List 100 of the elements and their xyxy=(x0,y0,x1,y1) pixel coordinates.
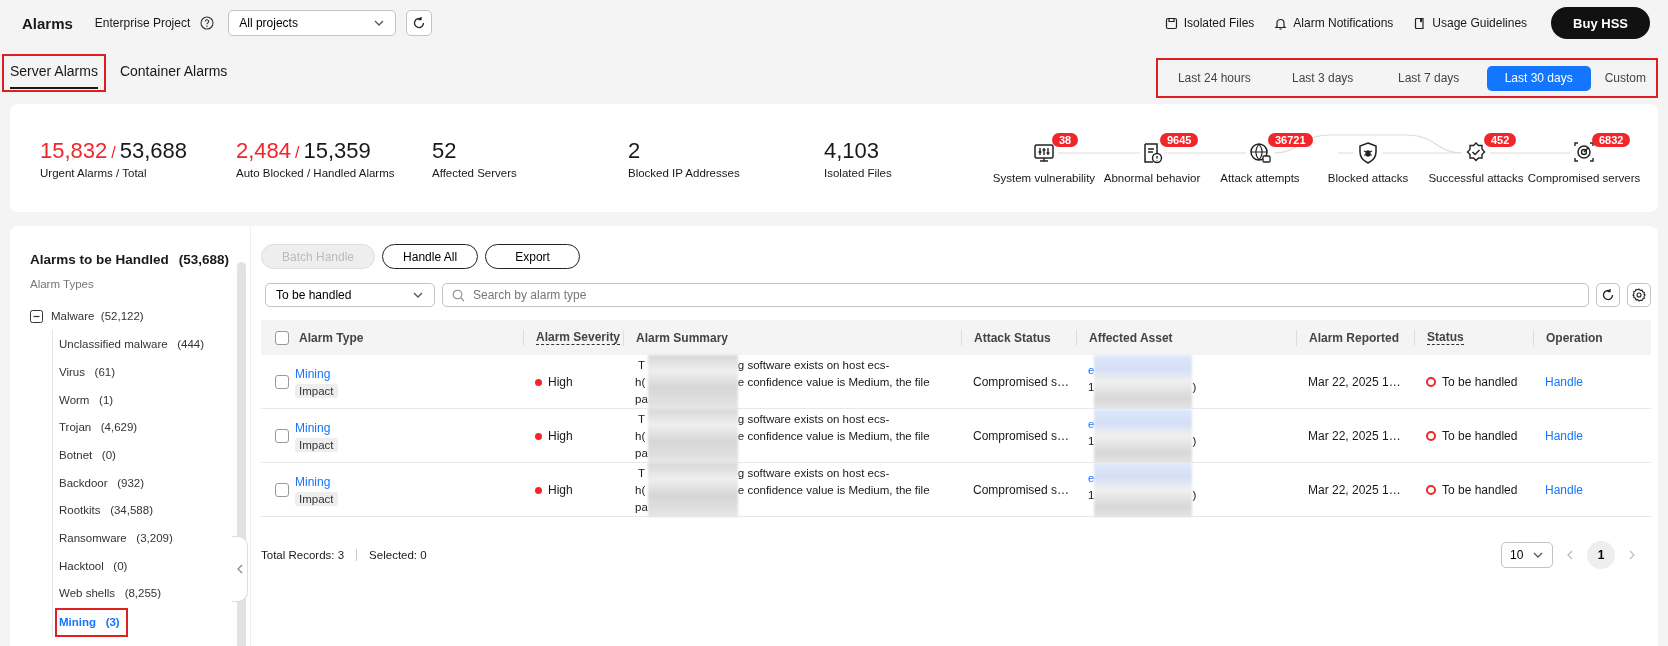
time-range-option[interactable]: Last 24 hours xyxy=(1163,65,1265,91)
chevron-left-icon xyxy=(235,564,244,574)
asset-fragment[interactable]: e xyxy=(1088,362,1095,379)
time-range-option[interactable]: Last 7 days xyxy=(1380,65,1477,91)
sidebar-count: (53,688) xyxy=(178,252,230,267)
header-link[interactable]: Isolated Files xyxy=(1164,16,1255,30)
search-field[interactable]: Search by alarm type xyxy=(442,283,1589,307)
column-header[interactable]: Attack Status xyxy=(974,330,1051,345)
alarm-type-link[interactable]: Mining xyxy=(295,366,331,381)
next-page-icon[interactable] xyxy=(1627,550,1637,560)
header-link[interactable]: Alarm Notifications xyxy=(1274,16,1394,30)
collapse-button[interactable] xyxy=(232,536,248,602)
stat-label: Affected Servers xyxy=(432,166,518,179)
status-ring-icon xyxy=(1426,431,1436,441)
chain-label: System vulnerability xyxy=(992,171,1096,184)
tree-item[interactable]: Mining (3) xyxy=(55,607,128,637)
select-all-checkbox[interactable] xyxy=(275,330,289,345)
tree-item[interactable]: Unclassified malware (444) xyxy=(55,330,213,358)
column-header[interactable]: Alarm Type xyxy=(299,330,364,345)
tree-item[interactable]: Backdoor (932) xyxy=(55,469,153,497)
summary-fragment: h( xyxy=(635,428,647,444)
tab[interactable]: Server Alarms xyxy=(2,54,106,92)
count-badge: 38 xyxy=(1052,132,1079,147)
settings-icon xyxy=(1632,288,1646,302)
document-alert-icon xyxy=(1140,140,1164,165)
severity-dot xyxy=(535,378,542,386)
column-header[interactable]: Status xyxy=(1427,330,1464,345)
reported-time: Mar 22, 2025 1… xyxy=(1308,483,1401,497)
stat-separator: / xyxy=(111,143,116,162)
asset-fragment: ) xyxy=(1192,488,1197,503)
asset-fragment[interactable]: e xyxy=(1088,470,1095,487)
severity-text: High xyxy=(548,483,573,497)
handle-link[interactable]: Handle xyxy=(1545,483,1584,497)
project-select[interactable]: All projects xyxy=(228,10,397,36)
time-range-option[interactable]: Last 3 days xyxy=(1274,65,1371,91)
asset-fragment[interactable]: e xyxy=(1088,416,1095,433)
column-header[interactable]: Alarm Reported xyxy=(1309,330,1400,345)
stat-value: 4,103 xyxy=(824,137,880,164)
chain-label: Blocked attacks xyxy=(1327,171,1409,184)
row-checkbox[interactable] xyxy=(275,429,289,443)
summary-fragment: e confidence value is Medium, the file xyxy=(737,428,930,444)
settings-button[interactable] xyxy=(1627,283,1651,307)
header-link[interactable]: Usage Guidelines xyxy=(1413,16,1528,30)
asset-fragment: ) xyxy=(1192,380,1197,395)
handle-link[interactable]: Handle xyxy=(1545,375,1584,389)
tree-item[interactable]: Botnet (0) xyxy=(55,441,124,469)
time-range-option[interactable]: Last 30 days xyxy=(1486,65,1591,91)
status-ring-icon xyxy=(1426,485,1436,495)
action-button[interactable]: Export xyxy=(485,244,581,269)
row-checkbox[interactable] xyxy=(275,375,289,389)
stat-label: Blocked IP Addresses xyxy=(628,166,741,179)
summary-fragment: g software exists on host ecs- xyxy=(737,357,891,373)
severity-text: High xyxy=(548,429,573,443)
reported-time: Mar 22, 2025 1… xyxy=(1308,375,1401,389)
alarm-type-link[interactable]: Mining xyxy=(295,420,331,435)
tree-item[interactable]: Ransomware (3,209) xyxy=(55,524,181,552)
column-header[interactable]: Alarm Summary xyxy=(636,330,729,345)
row-checkbox[interactable] xyxy=(275,483,289,497)
status-text: To be handled xyxy=(1442,375,1518,389)
tree-item[interactable]: Hacktool (0) xyxy=(55,552,136,580)
tab[interactable]: Container Alarms xyxy=(111,54,236,92)
sidebar-title: Alarms to be Handled xyxy=(30,252,169,267)
book-icon xyxy=(1413,16,1427,30)
tree-node[interactable]: Malware (52,122) xyxy=(30,308,144,324)
summary-fragment: e confidence value is Medium, the file xyxy=(737,482,930,498)
page-size-select[interactable]: 10 xyxy=(1501,542,1553,568)
time-range-option[interactable]: Custom xyxy=(1600,65,1650,91)
column-header[interactable]: Alarm Severity xyxy=(536,330,621,345)
buy-button[interactable]: Buy HSS xyxy=(1551,7,1650,39)
stat-value: 52 xyxy=(432,137,457,164)
tree-item[interactable]: Worm (1) xyxy=(55,386,122,414)
tree-item[interactable]: Trojan (4,629) xyxy=(55,413,146,441)
previous-page-icon[interactable] xyxy=(1565,550,1575,560)
tree-item[interactable]: Virus (61) xyxy=(55,358,124,386)
file-icon xyxy=(1164,16,1178,30)
collapse-icon[interactable] xyxy=(30,309,43,323)
summary-fragment: T xyxy=(637,357,646,373)
page-button[interactable]: 1 xyxy=(1587,541,1615,569)
alarm-tag: Impact xyxy=(295,491,338,506)
alarm-type-link[interactable]: Mining xyxy=(295,474,331,489)
help-icon[interactable] xyxy=(200,16,215,30)
tree-item[interactable]: Web shells (8,255) xyxy=(55,579,170,607)
action-button[interactable]: Handle All xyxy=(382,244,479,269)
attack-status: Compromised s… xyxy=(973,375,1070,389)
bell-icon xyxy=(1274,16,1288,30)
reported-time: Mar 22, 2025 1… xyxy=(1308,429,1401,443)
severity-dot xyxy=(535,432,542,440)
asset-fragment: 1 xyxy=(1088,434,1095,449)
stat-total: 53,688 xyxy=(119,137,188,164)
refresh-button[interactable] xyxy=(1596,283,1620,307)
status-filter[interactable]: To be handled xyxy=(265,283,435,307)
handle-link[interactable]: Handle xyxy=(1545,429,1584,443)
chain-label: Successful attacks xyxy=(1428,171,1524,184)
column-header[interactable]: Affected Asset xyxy=(1089,330,1173,345)
refresh-button[interactable] xyxy=(406,10,433,36)
summary-fragment: h( xyxy=(635,482,647,498)
attack-status: Compromised s… xyxy=(973,429,1070,443)
column-header[interactable]: Operation xyxy=(1546,330,1603,345)
tree-item[interactable]: Rootkits (34,588) xyxy=(55,496,161,524)
project-label: Enterprise Project xyxy=(94,16,191,30)
